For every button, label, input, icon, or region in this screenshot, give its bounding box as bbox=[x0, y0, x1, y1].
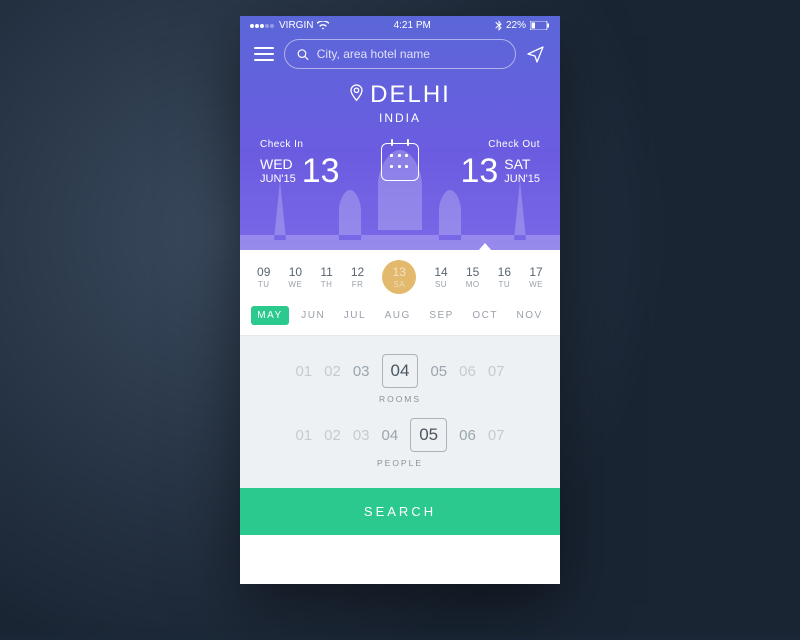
picker-option[interactable]: 01 bbox=[295, 427, 312, 444]
calendar-icon[interactable] bbox=[381, 143, 419, 181]
rooms-picker[interactable]: 01020304050607 ROOMS bbox=[240, 354, 560, 404]
picker-option[interactable]: 05 bbox=[430, 363, 447, 380]
checkout-label: Check Out bbox=[488, 139, 540, 150]
month-item[interactable]: OCT bbox=[466, 306, 504, 325]
day-item[interactable]: 13SA bbox=[382, 260, 416, 294]
checkin-block[interactable]: Check In WEDJUN'15 13 bbox=[260, 139, 340, 188]
people-picker[interactable]: 01020304050607 PEOPLE bbox=[240, 418, 560, 468]
status-bar: VIRGIN 4:21 PM 22% bbox=[240, 16, 560, 33]
picker-option[interactable]: 05 bbox=[410, 418, 447, 452]
picker-option[interactable]: 03 bbox=[353, 427, 370, 444]
city-name: DELHI bbox=[370, 81, 451, 109]
picker-option[interactable]: 07 bbox=[488, 363, 505, 380]
picker-option[interactable]: 06 bbox=[459, 427, 476, 444]
search-icon bbox=[297, 48, 309, 61]
day-item[interactable]: 12FR bbox=[351, 265, 364, 289]
picker-option[interactable]: 03 bbox=[353, 363, 370, 380]
checkout-pointer bbox=[478, 243, 492, 251]
month-item[interactable]: JUN bbox=[295, 306, 331, 325]
month-item[interactable]: AUG bbox=[379, 306, 417, 325]
picker-option[interactable]: 06 bbox=[459, 363, 476, 380]
menu-icon[interactable] bbox=[254, 47, 274, 61]
day-item[interactable]: 17WE bbox=[529, 265, 543, 289]
day-item[interactable]: 09TU bbox=[257, 265, 270, 289]
month-item[interactable]: MAY bbox=[251, 306, 288, 325]
month-item[interactable]: NOV bbox=[511, 306, 549, 325]
clock-label: 4:21 PM bbox=[394, 20, 431, 31]
phone-frame: VIRGIN 4:21 PM 22% DELHI INDIA bbox=[240, 16, 560, 584]
signal-dots-icon bbox=[250, 20, 275, 31]
month-item[interactable]: SEP bbox=[423, 306, 460, 325]
country-name: INDIA bbox=[240, 111, 560, 125]
day-item[interactable]: 14SU bbox=[434, 265, 447, 289]
battery-icon bbox=[530, 21, 550, 30]
day-item[interactable]: 15MO bbox=[466, 265, 480, 289]
checkin-label: Check In bbox=[260, 139, 303, 150]
picker-option[interactable]: 02 bbox=[324, 427, 341, 444]
month-picker[interactable]: MAY JUN JUL AUG SEP OCT NOV bbox=[240, 302, 560, 336]
picker-option[interactable]: 04 bbox=[382, 354, 419, 388]
day-item[interactable]: 11TH bbox=[320, 265, 332, 289]
day-picker[interactable]: 09TU 10WE 11TH 12FR 13SA 14SU 15MO 16TU 17WE bbox=[240, 250, 560, 302]
picker-option[interactable]: 01 bbox=[295, 363, 312, 380]
battery-label: 22% bbox=[506, 20, 526, 31]
bluetooth-icon bbox=[495, 20, 502, 31]
hero-section: VIRGIN 4:21 PM 22% DELHI INDIA bbox=[240, 16, 560, 250]
day-item[interactable]: 16TU bbox=[498, 265, 511, 289]
search-input[interactable] bbox=[317, 47, 503, 61]
pin-icon bbox=[349, 84, 364, 102]
checkout-block[interactable]: Check Out 13 SATJUN'15 bbox=[460, 139, 540, 188]
picker-option[interactable]: 02 bbox=[324, 363, 341, 380]
day-item[interactable]: 10WE bbox=[288, 265, 302, 289]
search-field[interactable] bbox=[284, 39, 516, 69]
location-send-icon[interactable] bbox=[526, 44, 546, 64]
location-display: DELHI INDIA bbox=[240, 81, 560, 125]
picker-option[interactable]: 04 bbox=[382, 427, 399, 444]
search-button[interactable]: SEARCH bbox=[240, 488, 560, 535]
wifi-icon bbox=[317, 21, 329, 30]
month-item[interactable]: JUL bbox=[338, 306, 372, 325]
picker-option[interactable]: 07 bbox=[488, 427, 505, 444]
carrier-label: VIRGIN bbox=[279, 20, 313, 31]
